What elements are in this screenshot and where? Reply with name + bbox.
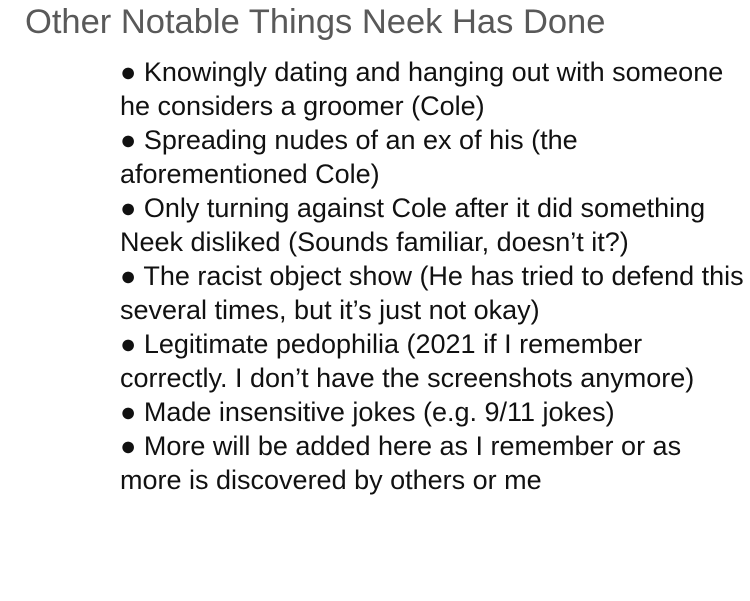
document-page: Other Notable Things Neek Has Done ● Kno… xyxy=(0,0,750,601)
bullet-icon: ● xyxy=(120,329,137,359)
list-item-text: Knowingly dating and hanging out with so… xyxy=(120,57,724,121)
list-item: ● Only turning against Cole after it did… xyxy=(120,191,745,259)
bullet-icon: ● xyxy=(120,193,137,223)
bullet-icon: ● xyxy=(120,125,137,155)
list-item: ● Legitimate pedophilia (2021 if I remem… xyxy=(120,327,745,395)
list-item: ● More will be added here as I remember … xyxy=(120,429,745,497)
list-item: ● Knowingly dating and hanging out with … xyxy=(120,55,745,123)
bullet-icon: ● xyxy=(120,397,137,427)
bullet-icon: ● xyxy=(120,57,137,87)
list-item: ● Made insensitive jokes (e.g. 9/11 joke… xyxy=(120,395,745,429)
page-title: Other Notable Things Neek Has Done xyxy=(25,3,606,41)
list-item-text: More will be added here as I remember or… xyxy=(120,431,682,495)
list-item-text: Legitimate pedophilia (2021 if I remembe… xyxy=(120,329,695,393)
list-item: ● The racist object show (He has tried t… xyxy=(120,259,745,327)
list-item-text: The racist object show (He has tried to … xyxy=(120,261,744,325)
bullet-list: ● Knowingly dating and hanging out with … xyxy=(120,55,745,497)
bullet-icon: ● xyxy=(120,261,137,291)
list-item: ● Spreading nudes of an ex of his (the a… xyxy=(120,123,745,191)
list-item-text: Made insensitive jokes (e.g. 9/11 jokes) xyxy=(143,397,615,427)
bullet-icon: ● xyxy=(120,431,137,461)
list-item-text: Spreading nudes of an ex of his (the afo… xyxy=(120,125,578,189)
list-item-text: Only turning against Cole after it did s… xyxy=(120,193,706,257)
